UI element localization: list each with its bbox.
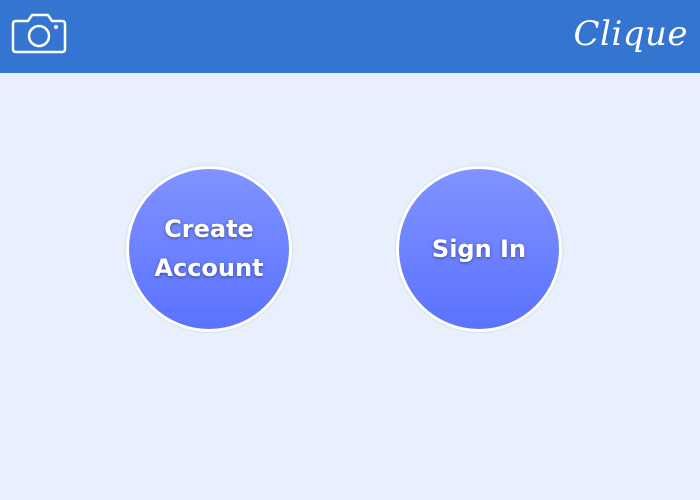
app-header: Clique — [0, 0, 700, 73]
create-account-button[interactable]: Create Account — [126, 166, 292, 332]
sign-in-button[interactable]: Sign In — [396, 166, 562, 332]
sign-in-label: Sign In — [431, 234, 527, 263]
camera-button[interactable] — [10, 12, 68, 54]
create-account-label: Create Account — [154, 215, 264, 282]
app-title: Clique — [573, 14, 688, 54]
camera-icon — [11, 13, 67, 54]
